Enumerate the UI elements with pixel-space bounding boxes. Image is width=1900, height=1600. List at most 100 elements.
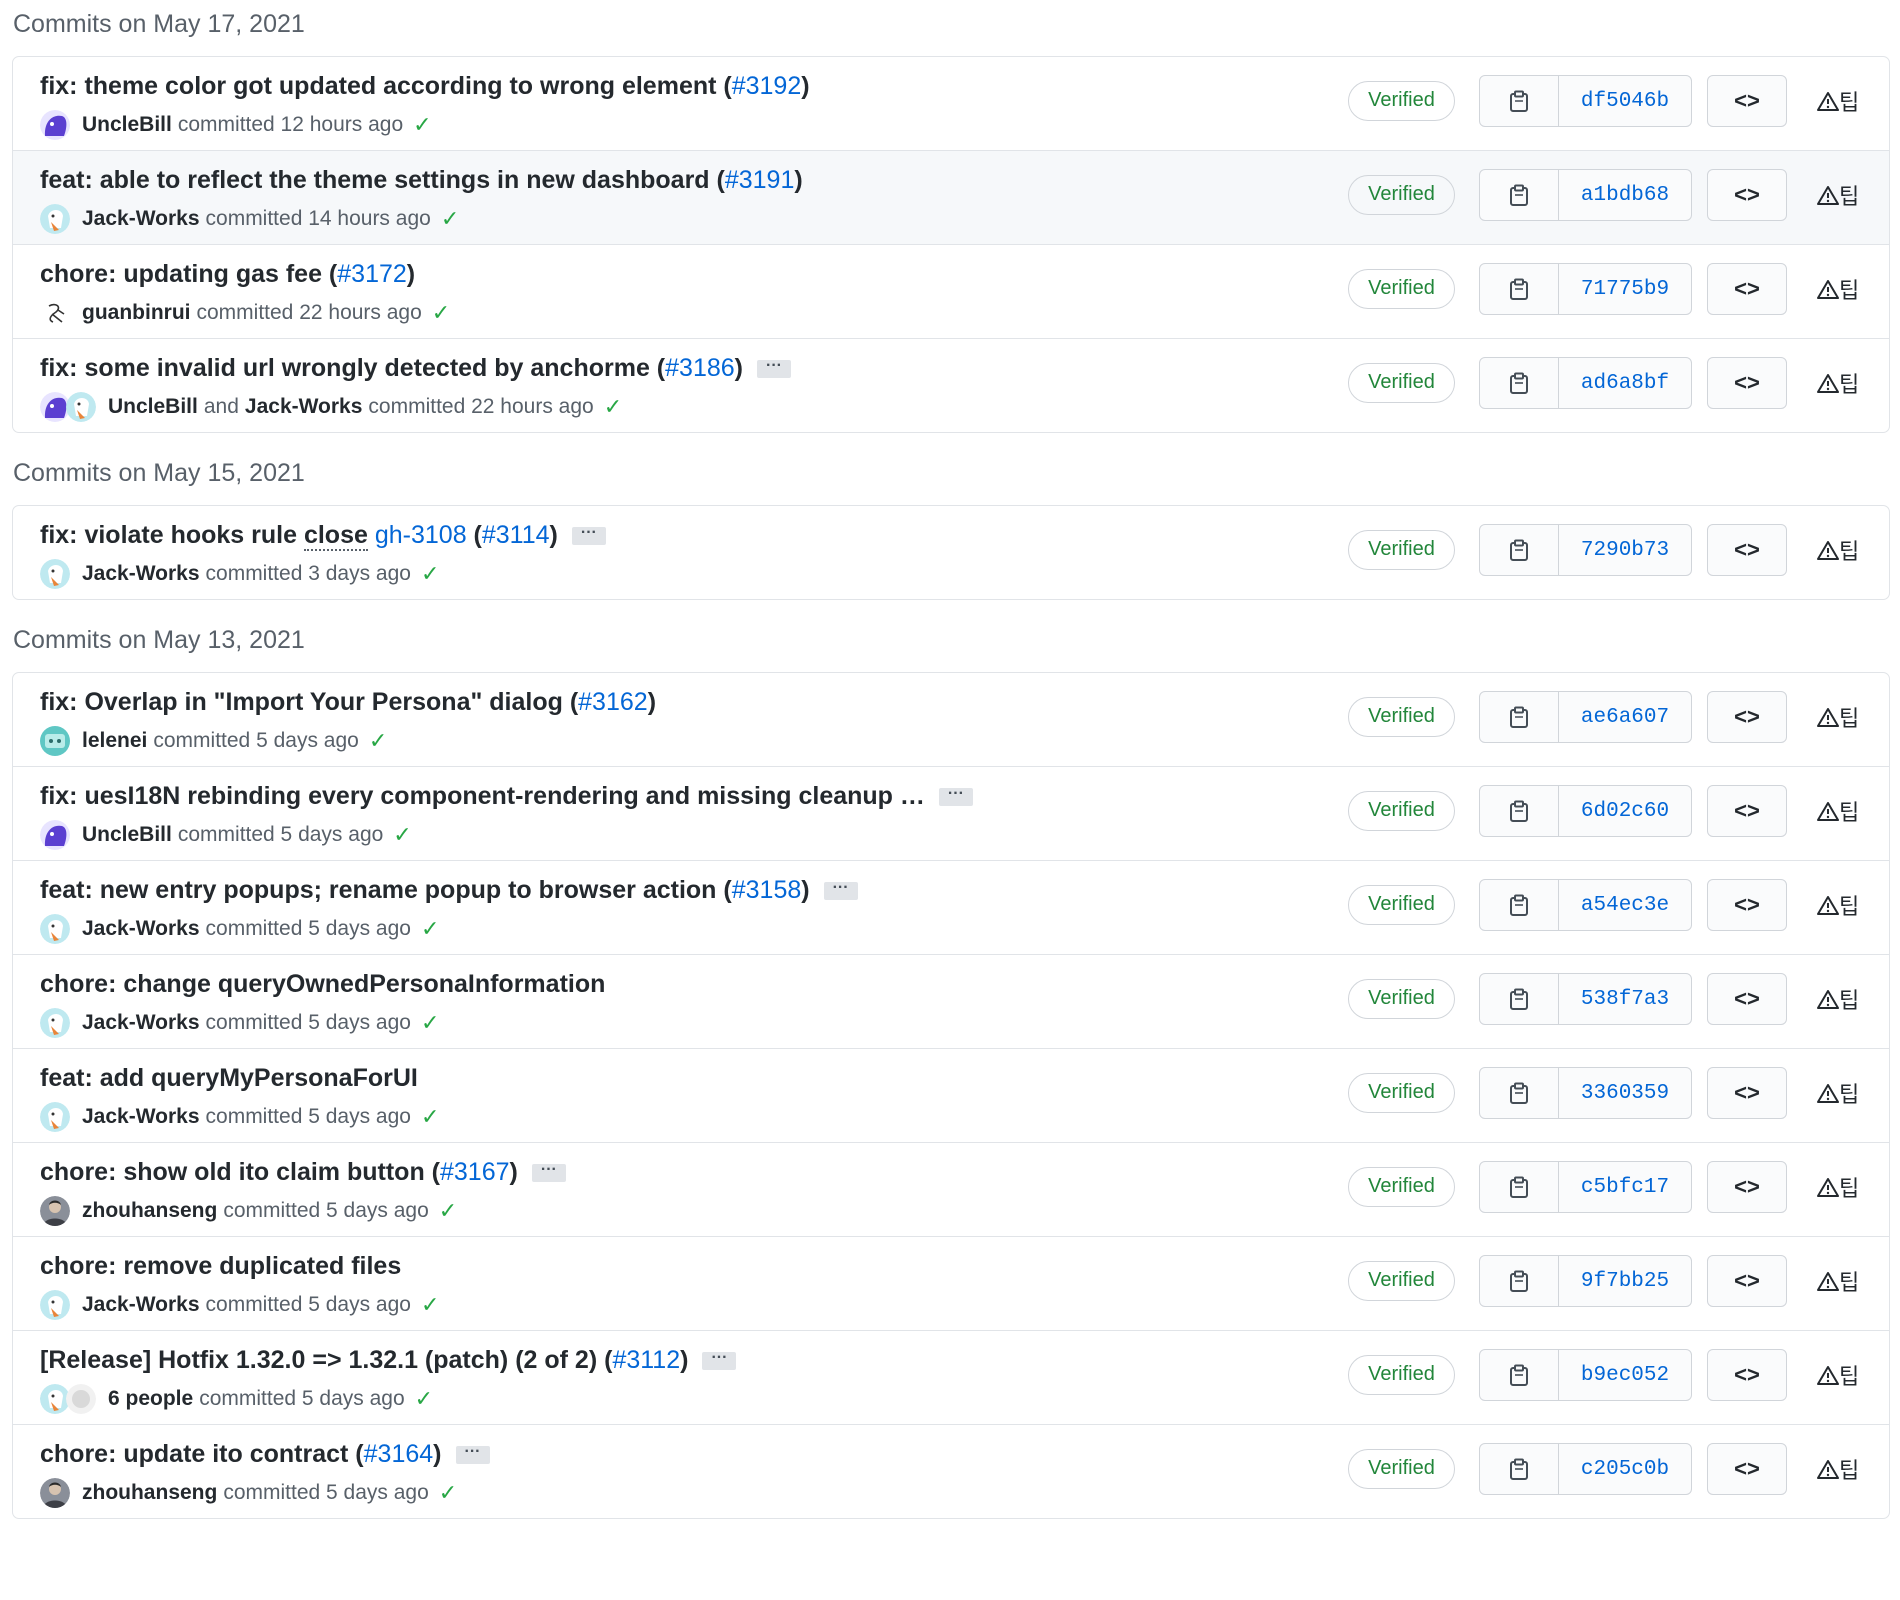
commit-sha-link[interactable]: 3360359 [1559,1068,1691,1118]
avatar[interactable] [40,1290,70,1320]
commit-sha-link[interactable]: c205c0b [1559,1444,1691,1494]
commit-status-flag[interactable]: 팁 [1817,179,1859,211]
commit-sha-link[interactable]: 538f7a3 [1559,974,1691,1024]
verified-badge[interactable]: Verified [1348,530,1455,570]
check-icon[interactable]: ✓ [421,561,439,587]
check-icon[interactable]: ✓ [393,822,411,848]
commit-title-text[interactable]: ) [735,354,743,382]
commit-title-link[interactable]: chore: remove duplicated files [40,1252,401,1280]
commit-title-text[interactable]: ) [407,260,415,288]
commit-status-flag[interactable]: 팁 [1817,534,1859,566]
copy-sha-button[interactable] [1480,525,1559,575]
avatar[interactable] [40,1196,70,1226]
author-link[interactable]: UncleBill [108,395,198,419]
commit-sha-link[interactable]: b9ec052 [1559,1350,1691,1400]
commit-title-link[interactable]: chore: updating gas fee ( [40,260,337,288]
copy-sha-button[interactable] [1480,170,1559,220]
author-link[interactable]: lelenei [82,729,147,753]
commit-title-link[interactable]: fix: uesI18N rebinding every component-r… [40,782,925,810]
avatar[interactable] [40,914,70,944]
commit-status-flag[interactable]: 팁 [1817,983,1859,1015]
browse-repo-button[interactable]: <> [1707,879,1787,931]
commit-title-text[interactable]: ) [680,1346,688,1374]
verified-badge[interactable]: Verified [1348,885,1455,925]
ellipsis-icon[interactable]: ··· [823,880,858,901]
author-link[interactable]: Jack-Works [82,1105,200,1129]
avatar[interactable] [66,1384,96,1414]
issue-link[interactable]: gh-3108 [375,521,467,549]
commit-status-flag[interactable]: 팁 [1817,1453,1859,1485]
browse-repo-button[interactable]: <> [1707,785,1787,837]
copy-sha-button[interactable] [1480,1444,1559,1494]
author-link[interactable]: Jack-Works [82,207,200,231]
verified-badge[interactable]: Verified [1348,791,1455,831]
avatar[interactable] [40,1008,70,1038]
commit-sha-link[interactable]: ae6a607 [1559,692,1691,742]
copy-sha-button[interactable] [1480,692,1559,742]
author-link[interactable]: UncleBill [82,113,172,137]
pull-request-link[interactable]: #3186 [665,354,735,382]
pull-request-link[interactable]: #3192 [732,72,802,100]
commit-sha-link[interactable]: c5bfc17 [1559,1162,1691,1212]
author-link[interactable]: 6 people [108,1387,193,1411]
check-icon[interactable]: ✓ [421,1292,439,1318]
copy-sha-button[interactable] [1480,1350,1559,1400]
commit-title-link[interactable]: feat: able to reflect the theme settings… [40,166,725,194]
author-link[interactable]: guanbinrui [82,301,191,325]
copy-sha-button[interactable] [1480,974,1559,1024]
copy-sha-button[interactable] [1480,358,1559,408]
author-link[interactable]: UncleBill [82,823,172,847]
author-link[interactable]: Jack-Works [82,917,200,941]
commit-sha-link[interactable]: a1bdb68 [1559,170,1691,220]
copy-sha-button[interactable] [1480,76,1559,126]
ellipsis-icon[interactable]: ··· [938,786,973,807]
check-icon[interactable]: ✓ [432,300,450,326]
avatar[interactable] [40,1478,70,1508]
verified-badge[interactable]: Verified [1348,363,1455,403]
ellipsis-icon[interactable]: ··· [757,358,791,379]
pull-request-link[interactable]: #3114 [482,521,550,549]
commit-title-link[interactable]: chore: show old ito claim button ( [40,1158,440,1186]
commit-status-flag[interactable]: 팁 [1817,273,1859,305]
commit-title-link[interactable]: feat: new entry popups; rename popup to … [40,876,732,904]
avatar[interactable] [66,392,96,422]
commit-title-link[interactable]: fix: some invalid url wrongly detected b… [40,354,665,382]
verified-badge[interactable]: Verified [1348,1167,1455,1207]
copy-sha-button[interactable] [1480,264,1559,314]
copy-sha-button[interactable] [1480,1162,1559,1212]
commit-status-flag[interactable]: 팁 [1817,367,1859,399]
ellipsis-icon[interactable]: ··· [455,1444,490,1465]
avatar[interactable] [40,1102,70,1132]
verified-badge[interactable]: Verified [1348,697,1455,737]
commit-title-link[interactable]: fix: theme color got updated according t… [40,72,732,100]
verified-badge[interactable]: Verified [1348,269,1455,309]
browse-repo-button[interactable]: <> [1707,1255,1787,1307]
copy-sha-button[interactable] [1480,786,1559,836]
author-link[interactable]: Jack-Works [82,562,200,586]
commit-status-flag[interactable]: 팁 [1817,1171,1859,1203]
avatar[interactable] [40,110,70,140]
browse-repo-button[interactable]: <> [1707,1161,1787,1213]
commit-status-flag[interactable]: 팁 [1817,1359,1859,1391]
pull-request-link[interactable]: #3167 [440,1158,510,1186]
author-link[interactable]: Jack-Works [82,1293,200,1317]
browse-repo-button[interactable]: <> [1707,1443,1787,1495]
check-icon[interactable]: ✓ [369,728,387,754]
browse-repo-button[interactable]: <> [1707,263,1787,315]
verified-badge[interactable]: Verified [1348,175,1455,215]
browse-repo-button[interactable]: <> [1707,524,1787,576]
commit-title-text[interactable]: ( [467,521,482,549]
browse-repo-button[interactable]: <> [1707,357,1787,409]
verified-badge[interactable]: Verified [1348,1449,1455,1489]
commit-status-flag[interactable]: 팁 [1817,1265,1859,1297]
pull-request-link[interactable]: #3191 [725,166,795,194]
commit-sha-link[interactable]: ad6a8bf [1559,358,1691,408]
check-icon[interactable]: ✓ [439,1198,457,1224]
pull-request-link[interactable]: #3112 [612,1346,680,1374]
copy-sha-button[interactable] [1480,880,1559,930]
check-icon[interactable]: ✓ [415,1386,433,1412]
commit-title-link[interactable]: [Release] Hotfix 1.32.0 => 1.32.1 (patch… [40,1346,612,1374]
verified-badge[interactable]: Verified [1348,81,1455,121]
browse-repo-button[interactable]: <> [1707,169,1787,221]
check-icon[interactable]: ✓ [421,916,439,942]
